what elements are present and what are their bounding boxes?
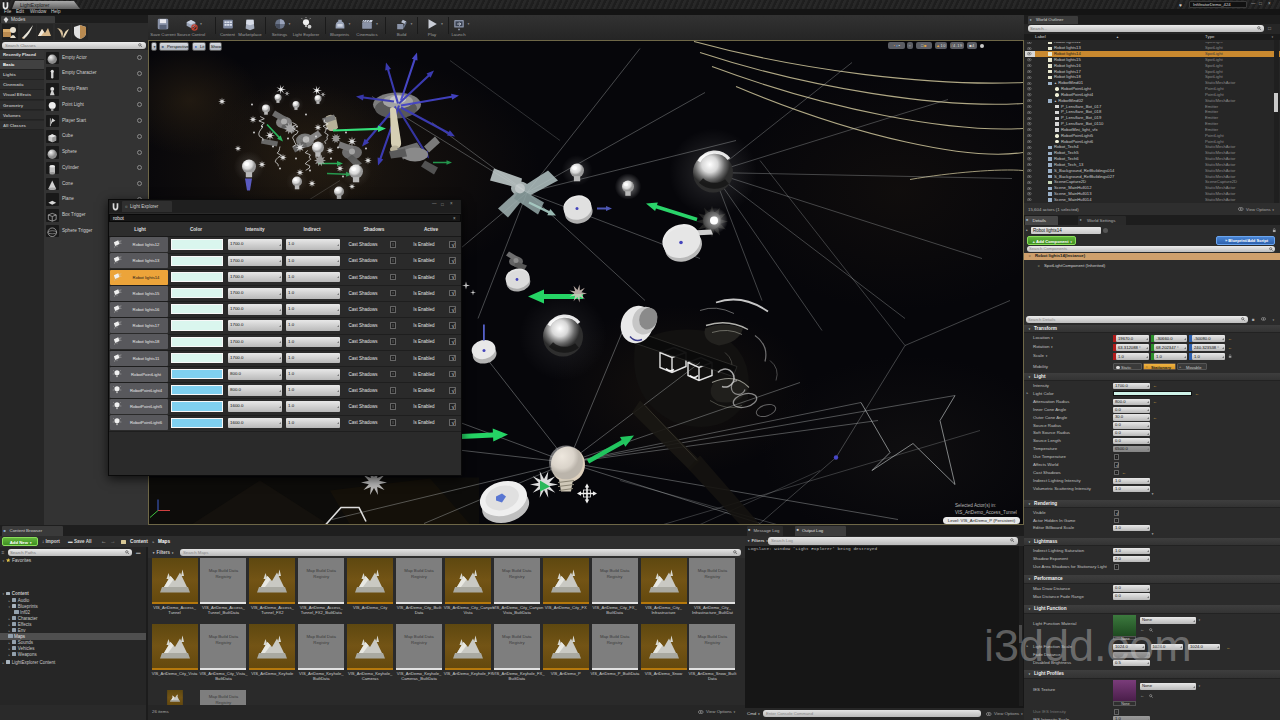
svg-text:LightExplorer: LightExplorer bbox=[20, 2, 50, 8]
